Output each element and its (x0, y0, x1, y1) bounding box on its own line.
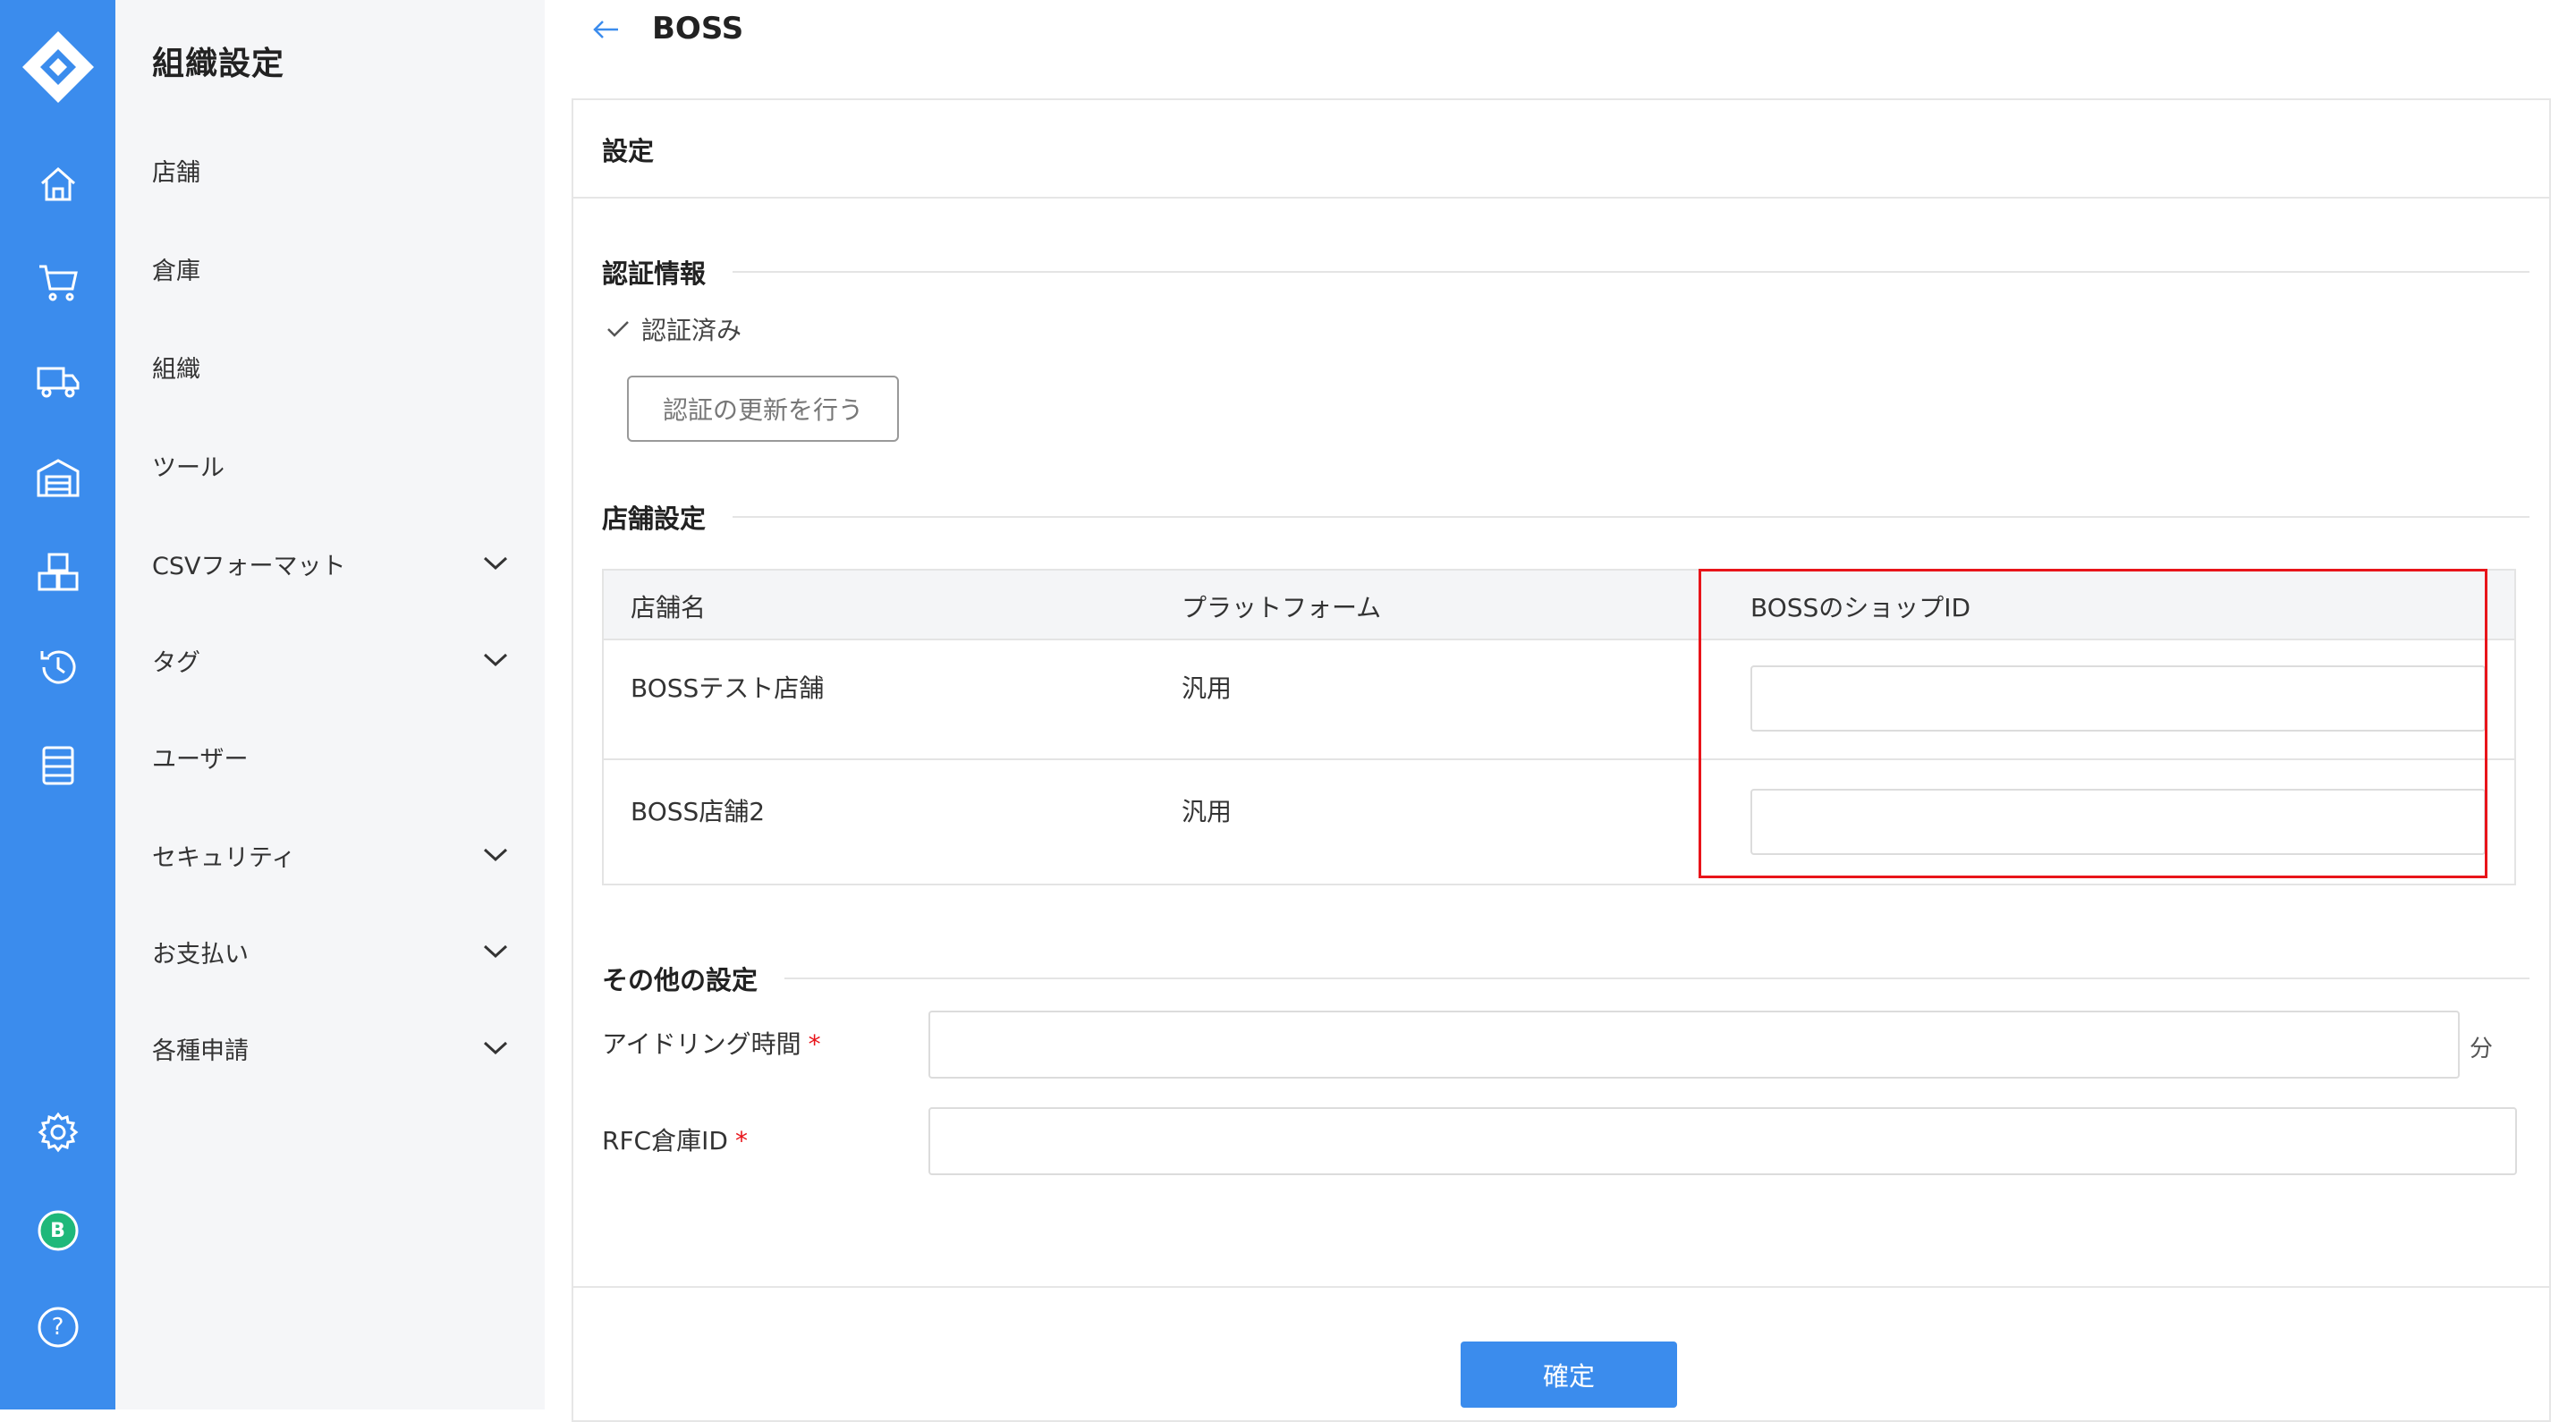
settings-sidebar: 組織設定 店舗倉庫組織ツール CSVフォーマット タグユーザーセキュリティ お支払い各… (115, 0, 545, 1409)
auth-status: 認証済み (606, 311, 741, 347)
row-divider (604, 758, 2514, 760)
sidebar-item-label: セキュリティ (152, 843, 296, 872)
sidebar-item-label: 店舗 (152, 158, 200, 187)
icon-rail: B ? (0, 0, 115, 1409)
sidebar-item[interactable]: 店舗 (152, 143, 510, 197)
column-header-platform: プラットフォーム (1182, 593, 1382, 622)
column-header-shop-name: 店舗名 (631, 593, 707, 622)
divider (733, 516, 2529, 518)
other-section-header: その他の設定 (602, 961, 2529, 996)
main-content: BOSS 設定 認証情報 認証済み 認証の更新を行う 店舗設定 店舗名 プラット… (545, 0, 2576, 1422)
sidebar-item-label: お支払い (152, 940, 249, 969)
rfc-warehouse-label-text: RFC倉庫ID (602, 1126, 728, 1155)
idle-time-input[interactable] (928, 1011, 2460, 1079)
sidebar-item-label: 倉庫 (152, 257, 200, 285)
sidebar-item[interactable]: ツール (152, 438, 510, 492)
required-mark: * (734, 1126, 748, 1155)
platform-cell: 汎用 (1182, 673, 1233, 703)
avatar-letter: B (50, 1219, 65, 1242)
chevron-down-icon (483, 653, 508, 667)
idle-time-unit: 分 (2470, 1036, 2494, 1062)
avatar[interactable]: B (0, 1204, 115, 1257)
idle-time-label-text: アイドリング時間 (602, 1029, 801, 1059)
other-section-label: その他の設定 (602, 965, 758, 995)
sidebar-item-label: 各種申請 (152, 1037, 249, 1065)
cart-icon[interactable] (0, 256, 115, 309)
chevron-down-icon (483, 556, 508, 571)
warehouse-icon[interactable] (0, 451, 115, 504)
sidebar-item[interactable]: 倉庫 (152, 241, 510, 295)
auth-section-label: 認証情報 (602, 258, 707, 289)
list-icon[interactable] (0, 739, 115, 792)
sidebar-item[interactable]: 各種申請 (152, 1021, 510, 1075)
refresh-auth-button[interactable]: 認証の更新を行う (627, 376, 899, 442)
auth-section-header: 認証情報 (602, 254, 2529, 290)
sidebar-item-label: 組織 (152, 355, 200, 384)
card-header: 設定 (573, 100, 2549, 199)
gear-icon[interactable] (0, 1105, 115, 1159)
chevron-down-icon (483, 944, 508, 959)
logo-icon[interactable] (0, 27, 115, 107)
table-header: 店舗名 プラットフォーム BOSSのショップID (604, 571, 2514, 640)
footer-divider (573, 1286, 2549, 1288)
shop-section-header: 店舗設定 (602, 499, 2529, 535)
divider (733, 271, 2529, 273)
chevron-down-icon (483, 848, 508, 862)
shop-name-cell: BOSSテスト店舗 (631, 673, 825, 703)
sidebar-item[interactable]: お支払い (152, 925, 510, 978)
sidebar-item-label: ユーザー (152, 745, 249, 774)
shop-section-label: 店舗設定 (602, 504, 707, 534)
shop-name-cell: BOSS店舗2 (631, 797, 766, 826)
confirm-button[interactable]: 確定 (1461, 1342, 1677, 1408)
platform-cell: 汎用 (1182, 797, 1233, 826)
sidebar-title: 組織設定 (152, 46, 285, 82)
shop-id-input[interactable] (1750, 789, 2486, 855)
sidebar-item[interactable]: CSVフォーマット (152, 537, 510, 590)
shop-id-input[interactable] (1750, 665, 2486, 732)
rfc-warehouse-input[interactable] (928, 1107, 2517, 1175)
sidebar-item[interactable]: セキュリティ (152, 828, 510, 882)
truck-icon[interactable] (0, 354, 115, 408)
sidebar-item[interactable]: タグ (152, 633, 510, 687)
sidebar-item[interactable]: ユーザー (152, 730, 510, 783)
sidebar-item-label: タグ (152, 648, 200, 677)
divider (784, 978, 2529, 979)
auth-status-text: 認証済み (641, 316, 742, 345)
required-mark: * (808, 1029, 821, 1059)
check-icon (607, 321, 629, 337)
column-header-shop-id: BOSSのショップID (1750, 593, 1971, 622)
home-icon[interactable] (0, 157, 115, 211)
page-title: BOSS (652, 11, 744, 47)
back-arrow-icon[interactable] (591, 14, 622, 48)
history-icon[interactable] (0, 640, 115, 694)
rfc-warehouse-label: RFC倉庫ID * (602, 1122, 748, 1157)
sidebar-item[interactable]: 組織 (152, 340, 510, 394)
sidebar-item-label: CSVフォーマット (152, 552, 346, 580)
sidebar-item-label: ツール (152, 453, 225, 482)
help-icon[interactable]: ? (0, 1300, 115, 1354)
settings-card: 設定 認証情報 認証済み 認証の更新を行う 店舗設定 店舗名 プラットフォーム … (572, 98, 2551, 1422)
idle-time-label: アイドリング時間 * (602, 1025, 821, 1061)
chevron-down-icon (483, 1041, 508, 1055)
shop-table: 店舗名 プラットフォーム BOSSのショップID BOSSテスト店舗 汎用 BO… (602, 569, 2516, 885)
help-glyph: ? (51, 1314, 64, 1341)
card-title: 設定 (602, 136, 655, 166)
boxes-icon[interactable] (0, 546, 115, 599)
